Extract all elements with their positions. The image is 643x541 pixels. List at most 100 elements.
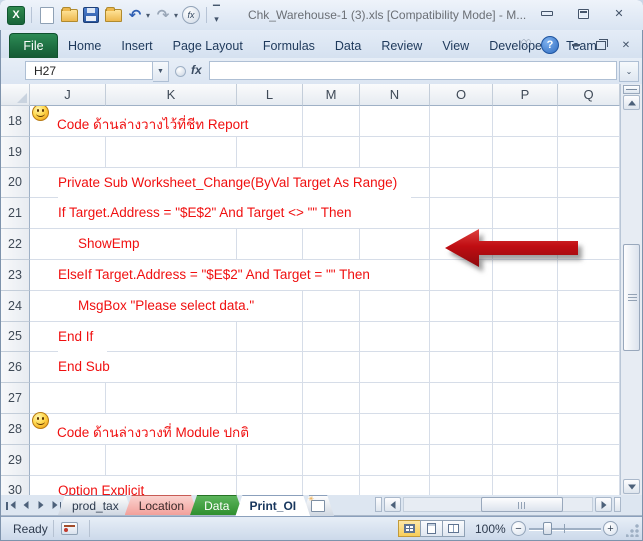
minimize-button[interactable] xyxy=(535,6,559,21)
ribbon-tab-data[interactable]: Data xyxy=(325,34,371,58)
row-header-21[interactable]: 21 xyxy=(1,198,30,229)
zoom-slider-track[interactable] xyxy=(529,528,601,530)
cell-M29[interactable] xyxy=(303,445,360,476)
cell-Q26[interactable] xyxy=(558,352,620,383)
cell-O29[interactable] xyxy=(430,445,493,476)
ribbon-tab-review[interactable]: Review xyxy=(371,34,432,58)
cell-K29[interactable] xyxy=(106,445,237,476)
cell-Q29[interactable] xyxy=(558,445,620,476)
ribbon-tab-page-layout[interactable]: Page Layout xyxy=(163,34,253,58)
cell-M19[interactable] xyxy=(303,137,360,168)
cell-Q28[interactable] xyxy=(558,414,620,445)
cell-P21[interactable] xyxy=(493,198,558,229)
cell-O28[interactable] xyxy=(430,414,493,445)
sheet-tab-prod_tax[interactable]: prod_tax xyxy=(58,495,133,515)
cell-O25[interactable] xyxy=(430,322,493,353)
row-header-26[interactable]: 26 xyxy=(1,352,30,383)
row-header-22[interactable]: 22 xyxy=(1,229,30,260)
save-icon[interactable] xyxy=(82,6,100,24)
formula-input[interactable] xyxy=(209,61,617,80)
cell-O18[interactable] xyxy=(430,106,493,137)
cell-O26[interactable] xyxy=(430,352,493,383)
cell-N28[interactable] xyxy=(360,414,430,445)
cell-N21[interactable] xyxy=(360,198,430,229)
cell-N26[interactable] xyxy=(360,352,430,383)
cell-M24[interactable] xyxy=(303,291,360,322)
cell-P27[interactable] xyxy=(493,383,558,414)
cell-N24[interactable] xyxy=(360,291,430,322)
cell-L19[interactable] xyxy=(237,137,303,168)
row-header-25[interactable]: 25 xyxy=(1,322,30,353)
horizontal-scrollbar[interactable] xyxy=(375,495,621,515)
normal-view-button[interactable] xyxy=(398,520,421,537)
page-break-preview-button[interactable] xyxy=(442,520,465,537)
cell-Q20[interactable] xyxy=(558,168,620,199)
cell-M18[interactable] xyxy=(303,106,360,137)
cell-O27[interactable] xyxy=(430,383,493,414)
close-folder-icon[interactable] xyxy=(104,6,122,24)
cell-Q27[interactable] xyxy=(558,383,620,414)
redo-dropdown-icon[interactable]: ▾ xyxy=(174,11,178,20)
row-header-27[interactable]: 27 xyxy=(1,383,30,414)
ribbon-tab-view[interactable]: View xyxy=(432,34,479,58)
zoom-out-icon[interactable]: − xyxy=(511,521,526,536)
formula-bar-handle[interactable] xyxy=(175,66,186,77)
redo-icon[interactable]: ↷ xyxy=(154,6,172,24)
open-icon[interactable] xyxy=(60,6,78,24)
heart-icon[interactable]: ♡ xyxy=(520,37,532,53)
cell-P28[interactable] xyxy=(493,414,558,445)
cell-N29[interactable] xyxy=(360,445,430,476)
cell-Q24[interactable] xyxy=(558,291,620,322)
cell-O30[interactable] xyxy=(430,476,493,495)
name-box-dropdown-icon[interactable]: ▼ xyxy=(153,61,169,82)
cell-J27[interactable] xyxy=(30,383,106,414)
sheet-tab-print_oi[interactable]: Print_OI xyxy=(235,495,310,516)
scroll-down-icon[interactable] xyxy=(623,479,640,494)
cell-Q21[interactable] xyxy=(558,198,620,229)
horizontal-scroll-thumb[interactable] xyxy=(481,497,563,512)
cell-J29[interactable] xyxy=(30,445,106,476)
scroll-left-icon[interactable] xyxy=(384,497,401,512)
cell-O19[interactable] xyxy=(430,137,493,168)
cell-L27[interactable] xyxy=(237,383,303,414)
vertical-scrollbar[interactable] xyxy=(620,84,642,495)
cell-O24[interactable] xyxy=(430,291,493,322)
cell-N27[interactable] xyxy=(360,383,430,414)
column-header-J[interactable]: J xyxy=(30,84,106,106)
row-header-20[interactable]: 20 xyxy=(1,168,30,199)
page-layout-view-button[interactable] xyxy=(420,520,443,537)
resize-grip[interactable] xyxy=(626,524,639,537)
undo-icon[interactable]: ↶ xyxy=(126,6,144,24)
sheet-tab-location[interactable]: Location xyxy=(125,495,198,515)
column-header-N[interactable]: N xyxy=(360,84,430,106)
workbook-minimize-icon[interactable] xyxy=(568,39,584,52)
row-header-29[interactable]: 29 xyxy=(1,445,30,476)
first-sheet-icon[interactable] xyxy=(4,498,18,513)
cell-L22[interactable] xyxy=(237,229,303,260)
vertical-scroll-thumb[interactable] xyxy=(623,244,640,351)
cell-K25[interactable] xyxy=(106,322,237,353)
file-tab[interactable]: File xyxy=(9,33,58,58)
cell-P29[interactable] xyxy=(493,445,558,476)
split-handle[interactable] xyxy=(623,85,640,94)
workbook-restore-icon[interactable] xyxy=(593,39,609,52)
cell-N19[interactable] xyxy=(360,137,430,168)
zoom-slider-thumb[interactable] xyxy=(543,522,552,535)
zoom-in-icon[interactable]: + xyxy=(603,521,618,536)
close-button[interactable]: ✕ xyxy=(607,6,631,21)
cell-N30[interactable] xyxy=(360,476,430,495)
cell-P26[interactable] xyxy=(493,352,558,383)
cell-L30[interactable] xyxy=(237,476,303,495)
cell-Q19[interactable] xyxy=(558,137,620,168)
cell-L26[interactable] xyxy=(237,352,303,383)
scroll-up-icon[interactable] xyxy=(623,95,640,110)
worksheet-grid[interactable]: 18Code ด้านล่างวางไว้ที่ชีท Report1920Pr… xyxy=(1,106,620,495)
cell-J19[interactable] xyxy=(30,137,106,168)
row-header-28[interactable]: 28 xyxy=(1,414,30,445)
cell-L25[interactable] xyxy=(237,322,303,353)
column-header-M[interactable]: M xyxy=(303,84,360,106)
cell-K27[interactable] xyxy=(106,383,237,414)
cell-M28[interactable] xyxy=(303,414,360,445)
cell-Q25[interactable] xyxy=(558,322,620,353)
cell-O21[interactable] xyxy=(430,198,493,229)
